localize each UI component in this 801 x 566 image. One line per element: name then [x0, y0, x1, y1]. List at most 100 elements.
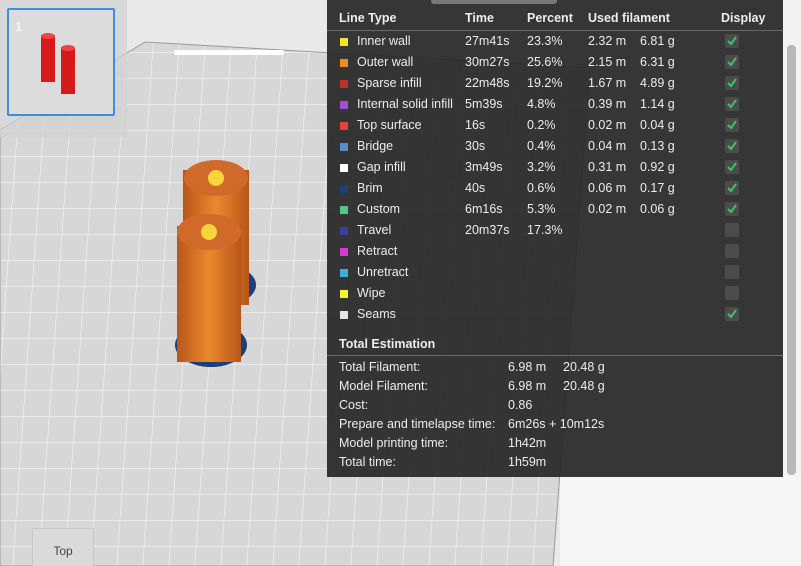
- line-type-row: Inner wall 27m41s 23.3% 2.32 m 6.81 g: [327, 31, 783, 52]
- estimation-row: Cost: 0.86: [327, 396, 783, 415]
- line-type-color-swatch: [340, 290, 348, 298]
- estimation-value: 6m26s + 10m12s: [508, 417, 605, 431]
- estimation-row: Model Filament: 6.98 m 20.48 g: [327, 377, 783, 396]
- line-type-weight: 0.06 g: [640, 202, 675, 216]
- checkmark-icon: [727, 120, 737, 130]
- display-checkbox[interactable]: [725, 76, 739, 90]
- line-type-name: Wipe: [357, 286, 386, 300]
- line-type-row: Brim 40s 0.6% 0.06 m 0.17 g: [327, 178, 783, 199]
- display-checkbox[interactable]: [725, 202, 739, 216]
- estimation-row: Total Filament: 6.98 m 20.48 g: [327, 358, 783, 377]
- line-type-percent: 0.2%: [527, 118, 556, 132]
- line-type-name: Outer wall: [357, 55, 414, 69]
- gcode-stats-panel: Line Type Time Percent Used filament Dis…: [327, 0, 783, 477]
- line-type-name: Seams: [357, 307, 396, 321]
- line-type-time: 3m49s: [465, 160, 503, 174]
- 3d-viewport[interactable]: 1 Top 01 Line Type Time Percent Used fil…: [0, 0, 801, 566]
- pillar-back-center: [208, 170, 224, 186]
- line-type-color-swatch: [340, 311, 348, 319]
- line-type-color-swatch: [340, 269, 348, 277]
- estimation-row: Total time: 1h59m: [327, 453, 783, 472]
- line-type-color-swatch: [340, 101, 348, 109]
- checkmark-icon: [727, 162, 737, 172]
- display-checkbox[interactable]: [725, 118, 739, 132]
- line-type-name: Retract: [357, 244, 398, 258]
- line-type-time: 16s: [465, 118, 486, 132]
- display-checkbox[interactable]: [725, 286, 739, 300]
- line-type-length: 0.31 m: [588, 160, 627, 174]
- display-checkbox[interactable]: [725, 34, 739, 48]
- line-type-row: Sparse infill 22m48s 19.2% 1.67 m 4.89 g: [327, 73, 783, 94]
- estimation-value: 6.98 m: [508, 379, 547, 393]
- total-estimation-title: Total Estimation: [339, 337, 436, 351]
- estimation-value: 6.98 m: [508, 360, 547, 374]
- line-type-row: Retract: [327, 241, 783, 262]
- line-type-row: Seams: [327, 304, 783, 325]
- checkmark-icon: [727, 141, 737, 151]
- estimation-label: Total Filament:: [339, 360, 421, 374]
- col-line-type: Line Type: [339, 11, 397, 25]
- line-type-time: 27m41s: [465, 34, 510, 48]
- line-type-percent: 4.8%: [527, 97, 556, 111]
- line-type-weight: 0.13 g: [640, 139, 675, 153]
- checkmark-icon: [727, 36, 737, 46]
- line-type-row: Top surface 16s 0.2% 0.02 m 0.04 g: [327, 115, 783, 136]
- line-type-name: Brim: [357, 181, 383, 195]
- line-type-color-swatch: [340, 185, 348, 193]
- line-type-percent: 19.2%: [527, 76, 563, 90]
- display-checkbox[interactable]: [725, 55, 739, 69]
- line-type-color-swatch: [340, 143, 348, 151]
- line-type-percent: 23.3%: [527, 34, 563, 48]
- line-type-weight: 1.14 g: [640, 97, 675, 111]
- line-type-time: 5m39s: [465, 97, 503, 111]
- estimation-label: Total time:: [339, 455, 396, 469]
- col-used-filament: Used filament: [588, 11, 670, 25]
- line-type-length: 2.32 m: [588, 34, 627, 48]
- col-display: Display: [721, 11, 766, 25]
- display-checkbox[interactable]: [725, 265, 739, 279]
- line-type-name: Custom: [357, 202, 401, 216]
- line-type-time: 30s: [465, 139, 486, 153]
- estimation-row: Model printing time: 1h42m: [327, 434, 783, 453]
- line-type-weight: 0.17 g: [640, 181, 675, 195]
- display-checkbox[interactable]: [725, 97, 739, 111]
- plate-list-panel: 1: [0, 0, 127, 137]
- checkmark-icon: [727, 183, 737, 193]
- estimation-label: Prepare and timelapse time:: [339, 417, 496, 431]
- line-type-percent: 0.4%: [527, 139, 556, 153]
- estimation-label: Model printing time:: [339, 436, 449, 450]
- line-type-length: 0.04 m: [588, 139, 627, 153]
- display-checkbox[interactable]: [725, 160, 739, 174]
- estimation-value: 1h59m: [508, 455, 547, 469]
- plate-thumbnail-preview: [41, 33, 75, 94]
- line-type-name: Internal solid infill: [357, 97, 453, 111]
- display-checkbox[interactable]: [725, 139, 739, 153]
- checkmark-icon: [727, 78, 737, 88]
- plate-thumbnail[interactable]: [7, 8, 115, 116]
- vertical-scrollbar-thumb[interactable]: [787, 45, 796, 475]
- top-view-button[interactable]: Top: [32, 528, 94, 566]
- line-type-row: Gap infill 3m49s 3.2% 0.31 m 0.92 g: [327, 157, 783, 178]
- line-type-color-swatch: [340, 206, 348, 214]
- line-type-row: Travel 20m37s 17.3%: [327, 220, 783, 241]
- estimation-value-secondary: 20.48 g: [563, 379, 605, 393]
- estimation-value: 0.86: [508, 398, 533, 412]
- pillar-front-center: [201, 224, 217, 240]
- display-checkbox[interactable]: [725, 223, 739, 237]
- stats-table-header: Line Type Time Percent Used filament Dis…: [327, 0, 783, 31]
- line-type-row: Wipe: [327, 283, 783, 304]
- line-type-name: Travel: [357, 223, 392, 237]
- line-type-length: 2.15 m: [588, 55, 627, 69]
- line-type-weight: 0.92 g: [640, 160, 675, 174]
- line-type-name: Gap infill: [357, 160, 406, 174]
- line-type-length: 0.02 m: [588, 202, 627, 216]
- display-checkbox[interactable]: [725, 181, 739, 195]
- plate-handle: [174, 50, 284, 55]
- line-type-row: Bridge 30s 0.4% 0.04 m 0.13 g: [327, 136, 783, 157]
- estimation-value: 1h42m: [508, 436, 547, 450]
- display-checkbox[interactable]: [725, 307, 739, 321]
- line-type-percent: 0.6%: [527, 181, 556, 195]
- display-checkbox[interactable]: [725, 244, 739, 258]
- line-type-time: 20m37s: [465, 223, 510, 237]
- col-percent: Percent: [527, 11, 573, 25]
